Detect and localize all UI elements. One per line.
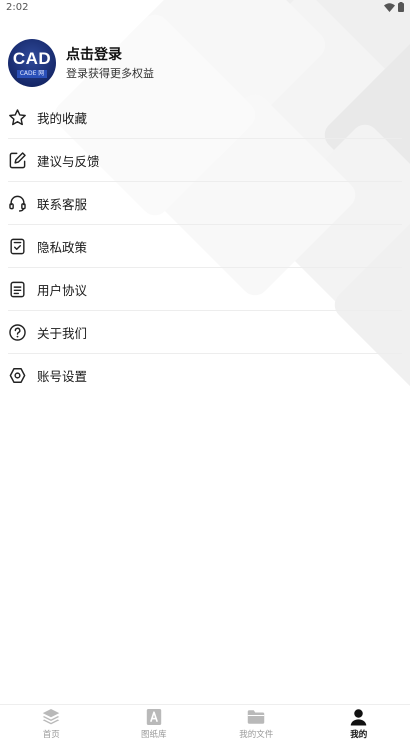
status-icons bbox=[384, 2, 404, 12]
menu-item-about[interactable]: 关于我们 bbox=[0, 311, 410, 354]
menu-item-favorites[interactable]: 我的收藏 bbox=[0, 96, 410, 139]
privacy-icon bbox=[7, 237, 27, 257]
tab-label-mine: 我的 bbox=[350, 729, 368, 740]
tab-label-home: 首页 bbox=[42, 729, 60, 740]
tab-my-files[interactable]: 我的文件 bbox=[205, 705, 308, 742]
menu-label-privacy: 隐私政策 bbox=[37, 240, 88, 255]
person-icon bbox=[349, 708, 369, 726]
menu-item-account-settings[interactable]: 账号设置 bbox=[0, 354, 410, 397]
tab-label-my-files: 我的文件 bbox=[239, 729, 274, 740]
menu-item-privacy[interactable]: 隐私政策 bbox=[0, 225, 410, 268]
login-subtitle: 登录获得更多权益 bbox=[66, 66, 154, 80]
edit-icon bbox=[7, 151, 27, 171]
star-icon bbox=[7, 108, 27, 128]
menu-label-feedback: 建议与反馈 bbox=[37, 154, 100, 169]
wifi-icon bbox=[384, 2, 395, 12]
avatar-logo-subtext: CADE 网 bbox=[16, 70, 48, 78]
menu-item-agreement[interactable]: 用户协议 bbox=[0, 268, 410, 311]
menu-item-feedback[interactable]: 建议与反馈 bbox=[0, 139, 410, 182]
menu-label-agreement: 用户协议 bbox=[37, 283, 88, 298]
settings-menu: 我的收藏 建议与反馈 联系客服 隐私政策 用户协议 关于我们 账号设置 bbox=[0, 96, 410, 397]
document-icon bbox=[7, 280, 27, 300]
tab-drawings[interactable]: 图纸库 bbox=[103, 705, 206, 742]
menu-label-favorites: 我的收藏 bbox=[37, 111, 88, 126]
menu-item-support[interactable]: 联系客服 bbox=[0, 182, 410, 225]
question-icon bbox=[7, 323, 27, 343]
drawing-icon bbox=[144, 708, 164, 726]
login-title[interactable]: 点击登录 bbox=[66, 46, 154, 64]
avatar-logo-text: CAD bbox=[12, 49, 52, 68]
tab-home[interactable]: 首页 bbox=[0, 705, 103, 742]
battery-icon bbox=[398, 2, 404, 12]
folder-icon bbox=[246, 708, 266, 726]
login-profile[interactable]: CAD CADE 网 点击登录 登录获得更多权益 bbox=[8, 38, 154, 88]
menu-label-about: 关于我们 bbox=[37, 326, 88, 341]
bottom-tab-bar: 首页 图纸库 我的文件 我的 bbox=[0, 704, 410, 742]
menu-label-support: 联系客服 bbox=[37, 197, 88, 212]
tab-mine[interactable]: 我的 bbox=[308, 705, 410, 742]
layers-icon bbox=[41, 708, 61, 726]
status-bar: 2:02 bbox=[0, 0, 410, 14]
headset-icon bbox=[7, 194, 27, 214]
menu-label-account-settings: 账号设置 bbox=[37, 369, 88, 384]
status-time: 2:02 bbox=[6, 1, 29, 13]
tab-label-drawings: 图纸库 bbox=[140, 729, 167, 740]
settings-icon bbox=[7, 366, 27, 386]
avatar[interactable]: CAD CADE 网 bbox=[8, 39, 56, 87]
